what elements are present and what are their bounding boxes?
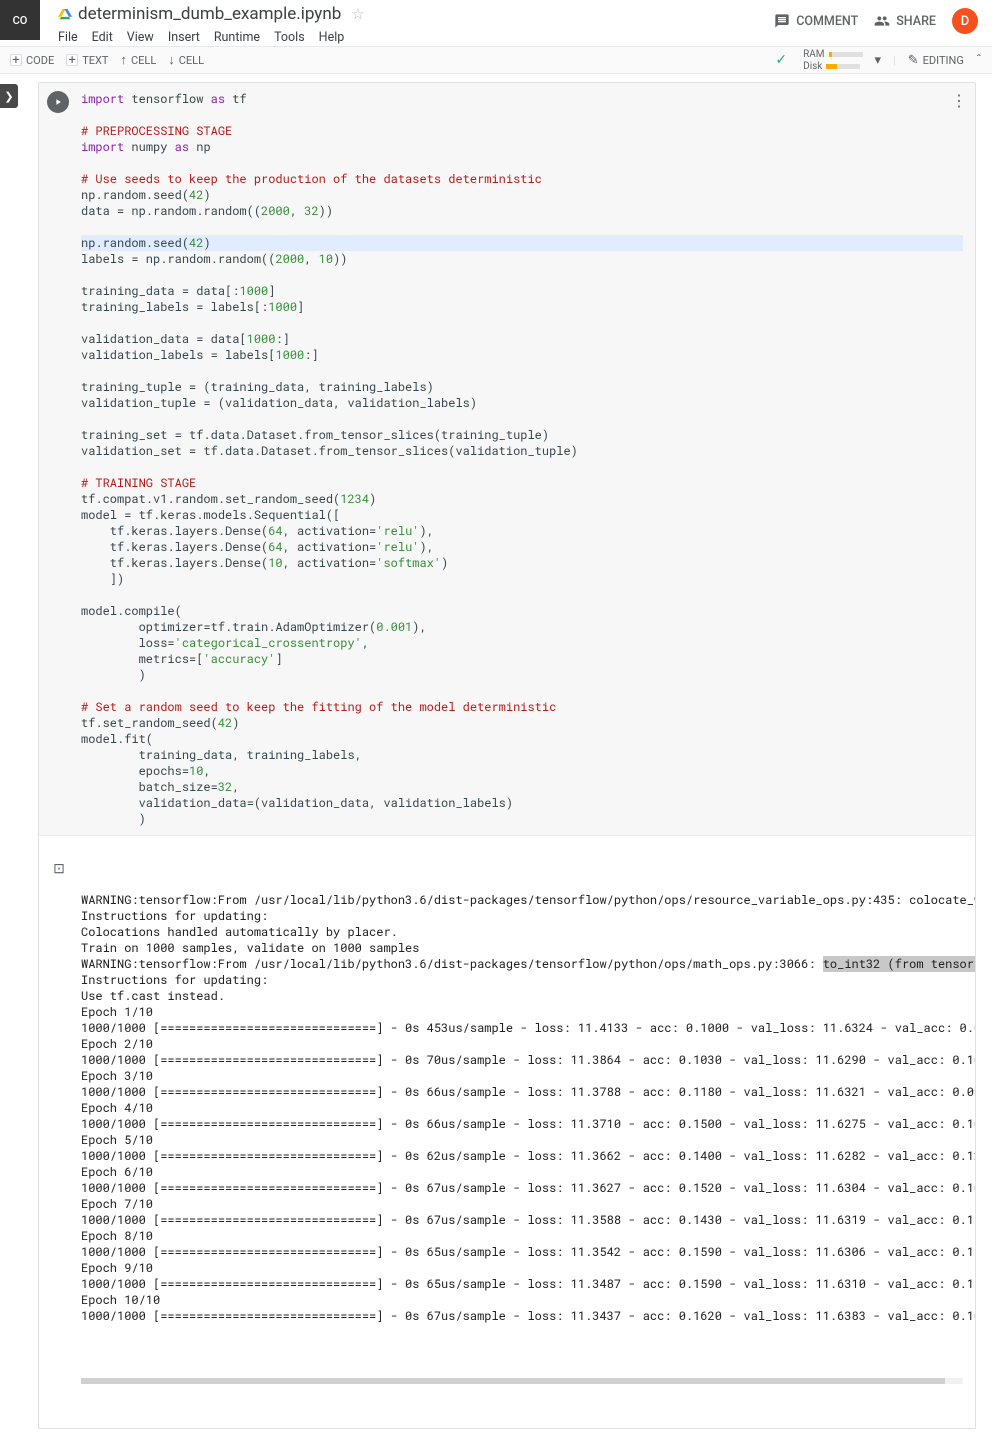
run-cell-button[interactable]	[47, 91, 69, 113]
add-code-button[interactable]: +CODE	[10, 54, 54, 67]
menu-runtime[interactable]: Runtime	[214, 30, 260, 45]
menu-insert[interactable]: Insert	[168, 30, 200, 45]
menu-tools[interactable]: Tools	[274, 30, 305, 45]
notebook-area: ⋮ import tensorflow as tf # PREPROCESSIN…	[0, 74, 992, 1445]
menu-view[interactable]: View	[127, 30, 154, 45]
menu-file[interactable]: File	[58, 30, 78, 45]
connected-check-icon: ✓	[775, 52, 787, 68]
user-avatar[interactable]: D	[952, 8, 978, 34]
play-icon	[53, 97, 63, 107]
output-scrollbar[interactable]	[81, 1378, 963, 1384]
share-button[interactable]: SHARE	[874, 13, 936, 29]
cell-down-button[interactable]: ↓CELL	[168, 52, 204, 68]
menu-help[interactable]: Help	[319, 30, 345, 45]
colab-logo[interactable]: CO	[0, 0, 40, 40]
editing-mode-button[interactable]: ✎EDITING	[908, 53, 964, 68]
menu-bar: File Edit View Insert Runtime Tools Help	[58, 30, 766, 45]
star-icon[interactable]: ☆	[351, 5, 364, 23]
sidebar-toggle[interactable]: ❯	[0, 84, 18, 108]
menu-edit[interactable]: Edit	[92, 30, 113, 45]
title-area: determinism_dumb_example.ipynb ☆ File Ed…	[40, 0, 774, 45]
comment-button[interactable]: COMMENT	[774, 13, 858, 29]
share-icon	[874, 13, 890, 29]
output-collapse-icon[interactable]: ⊡	[49, 860, 69, 876]
cell-up-button[interactable]: ↑CELL	[120, 52, 156, 68]
cell-output: ⊡ WARNING:tensorflow:From /usr/local/lib…	[39, 835, 975, 1428]
document-title[interactable]: determinism_dumb_example.ipynb	[78, 4, 341, 24]
header: CO determinism_dumb_example.ipynb ☆ File…	[0, 0, 992, 46]
drive-icon	[58, 7, 72, 21]
collapse-header-icon[interactable]: ˆ	[976, 53, 982, 68]
comment-icon	[774, 13, 790, 29]
code-cell[interactable]: ⋮ import tensorflow as tf # PREPROCESSIN…	[38, 82, 976, 1429]
add-text-button[interactable]: +TEXT	[66, 54, 108, 67]
code-editor[interactable]: import tensorflow as tf # PREPROCESSING …	[39, 83, 975, 835]
cell-options-icon[interactable]: ⋮	[951, 91, 967, 110]
resource-indicator[interactable]: RAM Disk	[803, 49, 862, 72]
resource-dropdown-icon[interactable]: ▾	[875, 53, 882, 68]
toolbar: +CODE +TEXT ↑CELL ↓CELL ✓ RAM Disk ▾ | ✎…	[0, 46, 992, 74]
header-right: COMMENT SHARE D	[774, 0, 992, 34]
